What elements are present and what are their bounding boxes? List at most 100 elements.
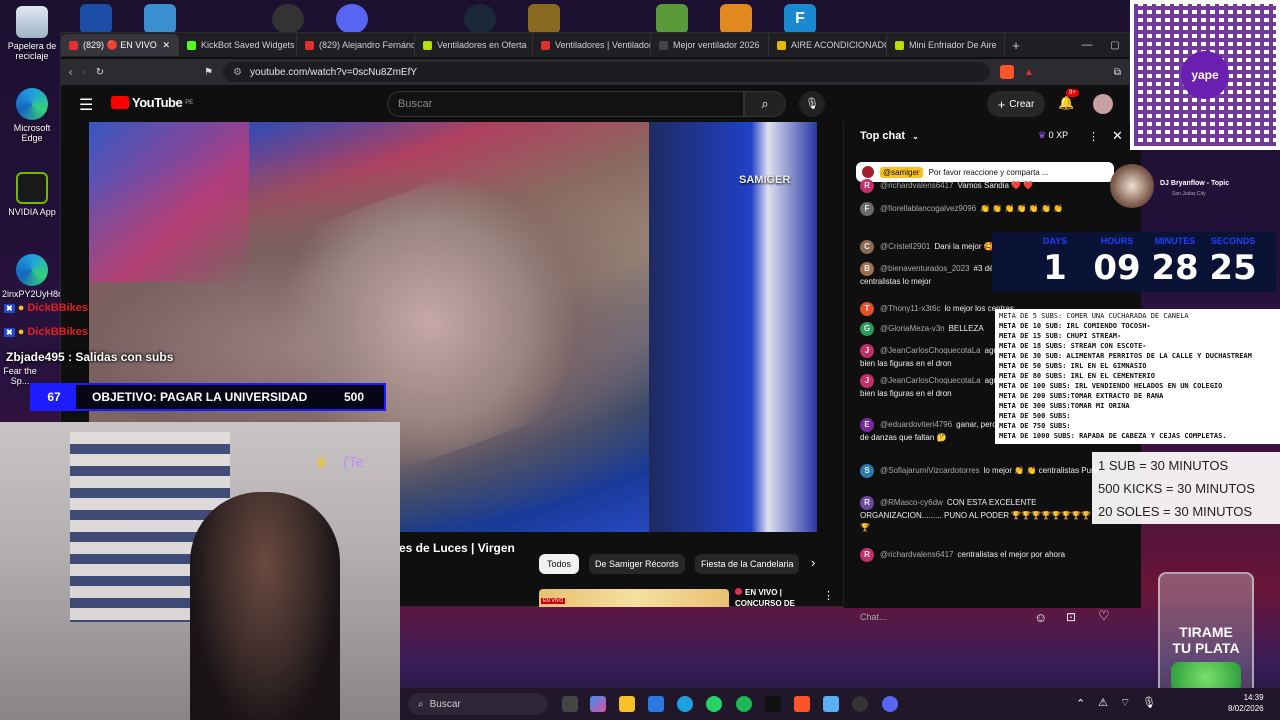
tab-ventiladores[interactable]: Ventiladores | Ventilador bbox=[533, 34, 651, 56]
recommended-thumbnail[interactable]: EN VIVO bbox=[539, 589, 729, 607]
brave-shield-icon[interactable] bbox=[999, 65, 1014, 79]
avatar[interactable] bbox=[1093, 94, 1113, 114]
edge-icon[interactable] bbox=[677, 696, 693, 712]
goal-line: META DE 100 SUBS: IRL VENDIENDO HELADOS … bbox=[999, 382, 1223, 390]
objective-bar: 67 OBJETIVO: PAGAR LA UNIVERSIDAD 500 bbox=[30, 383, 386, 411]
tray-network-icon[interactable]: ⚠ bbox=[1098, 696, 1108, 709]
steam-icon[interactable] bbox=[464, 4, 496, 34]
minecraft-icon[interactable] bbox=[656, 4, 688, 34]
extensions-icon[interactable]: ⧉ bbox=[1114, 67, 1121, 78]
chat-author[interactable]: @Cristell2901 bbox=[880, 242, 930, 251]
rate-line: 20 SOLES = 30 MINUTOS bbox=[1098, 504, 1253, 519]
app-icon-1[interactable] bbox=[80, 4, 112, 34]
youtube-logo[interactable]: YouTube PE bbox=[111, 95, 193, 110]
clock[interactable]: 14:39 8/02/2026 bbox=[1228, 692, 1264, 714]
rewards-icon[interactable]: ▲ bbox=[1024, 67, 1034, 78]
minimize-button[interactable]: — bbox=[1073, 39, 1101, 51]
notepad-icon[interactable] bbox=[823, 696, 839, 712]
maximize-button[interactable]: ▢ bbox=[1101, 40, 1129, 51]
chat-author[interactable]: @SofiajarumiVizcardotorres bbox=[880, 466, 980, 475]
bookmark-icon[interactable]: ⚑ bbox=[204, 67, 213, 78]
tab-mini-enfriador[interactable]: Mini Enfriador De Aire bbox=[887, 34, 1005, 56]
url-field[interactable]: ⚙ youtube.com/watch?v=0scNu8ZmEfY bbox=[223, 62, 990, 82]
folder-icon[interactable] bbox=[619, 696, 635, 712]
reload-icon[interactable]: ↻ bbox=[96, 67, 104, 78]
new-tab-button[interactable]: + bbox=[1005, 38, 1027, 53]
chat-message[interactable]: R @RMasco-cy6dw CON ESTA EXCELENTE ORGANIZ… bbox=[860, 496, 1100, 534]
tab-youtube-live[interactable]: (829) 🔴 EN VIVO ✕ bbox=[61, 34, 179, 56]
desktop-icon-nvidia[interactable]: NVIDIA App bbox=[2, 172, 62, 217]
sub-icon: ✖ bbox=[4, 304, 15, 313]
app-icon-2[interactable] bbox=[144, 4, 176, 34]
chat-message[interactable]: S @SofiajarumiVizcardotorres lo mejor 👏 👏 … bbox=[860, 464, 1100, 478]
chat-author[interactable]: @richardvalens6417 bbox=[880, 181, 954, 190]
discord-icon[interactable] bbox=[882, 696, 898, 712]
chat-message[interactable]: R @richardvalens6417 Vamos Sandia ❤️ ❤️ bbox=[860, 179, 1100, 193]
voice-search-button[interactable]: 🎙 bbox=[799, 91, 825, 117]
back-icon[interactable]: ‹ bbox=[69, 67, 72, 78]
chat-author[interactable]: @Thony11-x3t6c bbox=[880, 304, 940, 313]
create-button[interactable]: + Crear bbox=[987, 91, 1045, 117]
csgo-icon[interactable] bbox=[720, 4, 752, 34]
tray-chevron-icon[interactable]: ⌃ bbox=[1076, 697, 1085, 710]
super-chat-icon[interactable]: ⊡ bbox=[1066, 610, 1076, 624]
notifications-button[interactable]: 🔔 9+ bbox=[1058, 89, 1079, 111]
chip-candelaria[interactable]: Fiesta de la Candelaria bbox=[695, 554, 799, 574]
tab-kickbot[interactable]: KickBot Saved Widgets bbox=[179, 34, 297, 56]
chevron-down-icon[interactable]: ⌄ bbox=[912, 132, 919, 141]
desktop-icon-edge[interactable]: Microsoft Edge bbox=[2, 88, 62, 143]
app-icon-f[interactable]: F bbox=[784, 4, 816, 34]
chat-author[interactable]: @JeanCarlosChoquecotaLa bbox=[880, 346, 981, 355]
tray-mic-icon[interactable]: 🎙 bbox=[1142, 696, 1156, 709]
xp-badge[interactable]: ♛ 0 XP bbox=[1038, 130, 1068, 141]
spotify-icon[interactable] bbox=[736, 696, 752, 712]
whatsapp-icon[interactable] bbox=[706, 696, 722, 712]
chat-avatar: C bbox=[860, 240, 874, 254]
store-icon[interactable] bbox=[648, 696, 664, 712]
recommended-title[interactable]: EN VIVO | CONCURSO DE bbox=[735, 587, 805, 609]
chat-author[interactable]: @JeanCarlosChoquecotaLa bbox=[880, 376, 981, 385]
forward-icon[interactable]: › bbox=[82, 67, 85, 78]
desktop-icon-edge-file[interactable]: 2inxPY2UyH8ri... bbox=[2, 254, 71, 299]
discord-icon[interactable] bbox=[336, 4, 368, 34]
emoji-icon[interactable]: ☺ bbox=[1034, 610, 1047, 625]
chat-author[interactable]: @fiorellablancogalvez9096 bbox=[880, 204, 976, 213]
objective-target: 500 bbox=[344, 390, 365, 404]
taskbar-search[interactable]: ⌕ Buscar bbox=[408, 693, 548, 715]
chat-message[interactable]: F @fiorellablancogalvez9096 👏 👏 👏 👏 👏 👏 👏 bbox=[860, 202, 1100, 216]
capcut-icon[interactable] bbox=[765, 696, 781, 712]
menu-icon[interactable]: ☰ bbox=[79, 95, 93, 115]
obs-icon[interactable] bbox=[272, 4, 304, 34]
chat-close-icon[interactable]: ✕ bbox=[1112, 128, 1123, 144]
tab-mejor-ventilador[interactable]: Mejor ventilador 2026 bbox=[651, 34, 769, 56]
chat-author[interactable]: @bienaventurados_2023 bbox=[880, 264, 970, 273]
chevron-right-icon[interactable]: › bbox=[811, 555, 815, 570]
chat-message[interactable]: R @richardvalens6417 centralistas el mejor… bbox=[860, 548, 1100, 562]
chat-author[interactable]: @eduardoviteri4796 bbox=[880, 420, 952, 429]
chip-all[interactable]: Todos bbox=[539, 554, 580, 574]
search-input[interactable]: Buscar bbox=[387, 91, 744, 117]
chat-more-icon[interactable]: ⋮ bbox=[1088, 130, 1099, 143]
tab-youtube-2[interactable]: (829) Alejandro Fernánd bbox=[297, 34, 415, 56]
desktop-icon-recycle-bin[interactable]: Papelera de reciclaje bbox=[2, 6, 62, 61]
brave-icon[interactable] bbox=[794, 696, 810, 712]
heart-icon[interactable]: ♡ bbox=[1098, 608, 1110, 624]
game-icon[interactable] bbox=[528, 4, 560, 34]
chat-author[interactable]: @RMasco-cy6dw bbox=[880, 498, 943, 507]
tab-aire[interactable]: AIRE ACONDICIONADO bbox=[769, 34, 887, 56]
more-options-icon[interactable]: ⋮ bbox=[823, 589, 834, 602]
yape-logo: yape bbox=[1181, 51, 1229, 99]
tab-ventiladores-oferta[interactable]: Ventiladores en Oferta bbox=[415, 34, 533, 56]
goal-line: META DE 1000 SUBS: RAPADA DE CABEZA Y CE… bbox=[999, 432, 1227, 440]
search-button[interactable]: ⌕ bbox=[744, 91, 786, 117]
chat-title[interactable]: Top chat bbox=[860, 130, 905, 142]
copilot-icon[interactable] bbox=[590, 696, 606, 712]
close-icon[interactable]: ✕ bbox=[162, 40, 170, 51]
obs-icon[interactable] bbox=[852, 696, 868, 712]
chat-author[interactable]: @GloriaMeza-v3n bbox=[880, 324, 945, 333]
file-explorer-icon[interactable] bbox=[562, 696, 578, 712]
chat-author[interactable]: @richardvalens6417 bbox=[880, 550, 954, 559]
chip-samiger[interactable]: De Samiger Récords bbox=[589, 554, 685, 574]
chat-input[interactable]: Chat... bbox=[860, 612, 887, 622]
tray-wifi-icon[interactable]: ⌔ bbox=[1120, 696, 1130, 710]
